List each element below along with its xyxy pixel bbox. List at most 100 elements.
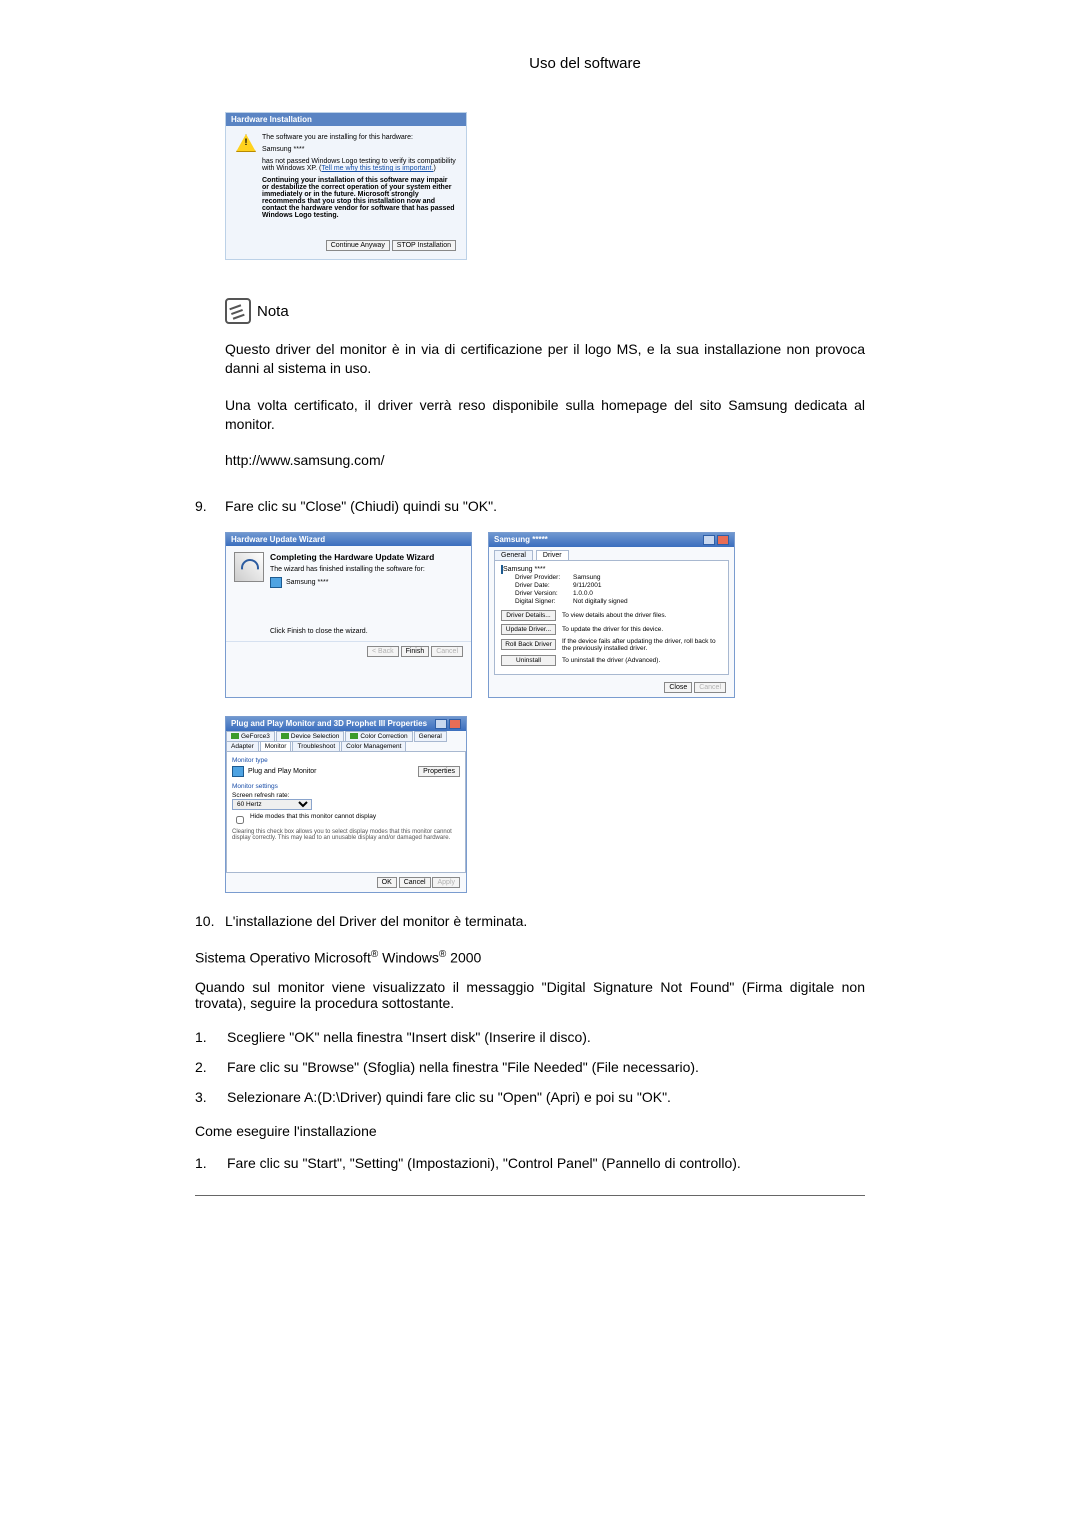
prophet-cancel-button[interactable]: Cancel bbox=[399, 877, 431, 888]
step-text: Fare clic su "Close" (Chiudi) quindi su … bbox=[225, 498, 865, 514]
signature-paragraph: Quando sul monitor viene visualizzato il… bbox=[195, 979, 865, 1011]
prophet-ok-button[interactable]: OK bbox=[377, 877, 397, 888]
step-number: 2. bbox=[195, 1059, 227, 1075]
step-10: 10. L'installazione del Driver del monit… bbox=[195, 913, 865, 929]
uninstall-desc: To uninstall the driver (Advanced). bbox=[562, 657, 722, 664]
dialog-titlebar: Hardware Installation bbox=[226, 113, 466, 126]
os-heading: Sistema Operativo Microsoft® Windows® 20… bbox=[195, 949, 865, 966]
prophet-apply-button: Apply bbox=[432, 877, 460, 888]
hw-device: Samsung **** bbox=[262, 146, 456, 153]
hw-warning-text: Continuing your installation of this sof… bbox=[262, 177, 456, 219]
prophet-title: Plug and Play Monitor and 3D Prophet III… bbox=[231, 719, 427, 728]
step-number: 3. bbox=[195, 1089, 227, 1105]
wizard-title: Hardware Update Wizard bbox=[231, 535, 325, 544]
uninstall-button[interactable]: Uninstall bbox=[501, 655, 556, 666]
help-icon[interactable] bbox=[435, 719, 447, 729]
driver-title: Samsung ***** bbox=[494, 535, 548, 544]
step-number: 1. bbox=[195, 1029, 227, 1045]
sig-step-3: 3.Selezionare A:(D:\Driver) quindi fare … bbox=[195, 1089, 865, 1105]
monitor-type-label: Monitor type bbox=[232, 757, 460, 764]
tab-driver[interactable]: Driver bbox=[536, 550, 569, 560]
rollback-desc: If the device fails after updating the d… bbox=[562, 638, 722, 652]
rollback-driver-button[interactable]: Roll Back Driver bbox=[501, 639, 556, 650]
date-label: Driver Date: bbox=[515, 582, 573, 589]
wizard-back-button: < Back bbox=[367, 646, 399, 657]
step-text: Fare clic su "Start", "Setting" (Imposta… bbox=[227, 1155, 741, 1171]
update-driver-button[interactable]: Update Driver... bbox=[501, 624, 556, 635]
wizard-finish-button[interactable]: Finish bbox=[401, 646, 430, 657]
os-text-a: Sistema Operativo Microsoft bbox=[195, 949, 371, 965]
step-text: Selezionare A:(D:\Driver) quindi fare cl… bbox=[227, 1089, 671, 1105]
wizard-device: Samsung **** bbox=[286, 579, 328, 586]
monitor-properties-button[interactable]: Properties bbox=[418, 766, 460, 777]
hide-modes-label: Hide modes that this monitor cannot disp… bbox=[250, 813, 376, 827]
step-number: 10. bbox=[195, 913, 225, 929]
note-row: Nota bbox=[225, 298, 865, 324]
step-text: Fare clic su "Browse" (Sfoglia) nella fi… bbox=[227, 1059, 699, 1075]
hide-modes-checkbox[interactable] bbox=[236, 816, 244, 824]
driver-details-button[interactable]: Driver Details... bbox=[501, 610, 556, 621]
monitor-icon bbox=[270, 577, 282, 588]
page-header: Uso del software bbox=[195, 55, 975, 72]
wizard-icon bbox=[234, 552, 264, 582]
update-desc: To update the driver for this device. bbox=[562, 626, 722, 633]
help-icon[interactable] bbox=[703, 535, 715, 545]
monitor-icon bbox=[232, 766, 244, 777]
logo-testing-link[interactable]: Tell me why this testing is important. bbox=[321, 165, 433, 172]
driver-device: Samsung **** bbox=[503, 566, 545, 573]
close-icon[interactable] bbox=[717, 535, 729, 545]
signer-label: Digital Signer: bbox=[515, 598, 573, 605]
wizard-heading: Completing the Hardware Update Wizard bbox=[270, 552, 463, 562]
note-icon bbox=[225, 298, 251, 324]
warning-icon bbox=[236, 134, 256, 152]
hide-modes-note: Clearing this check box allows you to se… bbox=[232, 829, 460, 841]
screenshot-row: Hardware Update Wizard Completing the Ha… bbox=[225, 532, 865, 698]
note-paragraph-2: Una volta certificato, il driver verrà r… bbox=[225, 396, 865, 434]
note-label: Nota bbox=[257, 303, 289, 320]
hw-line2b: ) bbox=[433, 165, 435, 172]
refresh-rate-select[interactable]: 60 Hertz bbox=[232, 799, 312, 810]
step-text: Scegliere "OK" nella finestra "Insert di… bbox=[227, 1029, 591, 1045]
stop-installation-button[interactable]: STOP Installation bbox=[392, 240, 456, 251]
tab-general2[interactable]: General bbox=[414, 731, 447, 742]
os-text-b: Windows bbox=[378, 949, 439, 965]
step-text: L'installazione del Driver del monitor è… bbox=[225, 913, 865, 929]
step-9: 9. Fare clic su "Close" (Chiudi) quindi … bbox=[195, 498, 865, 514]
continue-anyway-button[interactable]: Continue Anyway bbox=[326, 240, 390, 251]
content-area: Hardware Installation The software you a… bbox=[195, 112, 865, 1196]
footer-divider bbox=[195, 1195, 865, 1196]
close-icon[interactable] bbox=[449, 719, 461, 729]
samsung-url: http://www.samsung.com/ bbox=[225, 452, 865, 468]
tab-general[interactable]: General bbox=[494, 550, 533, 560]
wizard-subtext: The wizard has finished installing the s… bbox=[270, 566, 463, 573]
version-label: Driver Version: bbox=[515, 590, 573, 597]
driver-close-button[interactable]: Close bbox=[664, 682, 692, 693]
step-number: 1. bbox=[195, 1155, 227, 1171]
monitor-type-name: Plug and Play Monitor bbox=[248, 768, 316, 775]
sig-step-2: 2.Fare clic su "Browse" (Sfoglia) nella … bbox=[195, 1059, 865, 1075]
wizard-cancel-button: Cancel bbox=[431, 646, 463, 657]
provider-label: Driver Provider: bbox=[515, 574, 573, 581]
step-number: 9. bbox=[195, 498, 225, 514]
howto-step-1: 1.Fare clic su "Start", "Setting" (Impos… bbox=[195, 1155, 865, 1171]
driver-properties-dialog: Samsung ***** General Driver Samsung ***… bbox=[488, 532, 735, 698]
hardware-update-wizard-dialog: Hardware Update Wizard Completing the Ha… bbox=[225, 532, 472, 698]
howto-heading: Come eseguire l'installazione bbox=[195, 1123, 865, 1139]
dialog-message: The software you are installing for this… bbox=[262, 134, 456, 224]
date-value: 9/11/2001 bbox=[573, 582, 601, 589]
hardware-installation-dialog: Hardware Installation The software you a… bbox=[225, 112, 467, 260]
hw-line2: has not passed Windows Logo testing to v… bbox=[262, 158, 456, 172]
hw-line1: The software you are installing for this… bbox=[262, 134, 456, 141]
note-paragraph-1: Questo driver del monitor è in via di ce… bbox=[225, 340, 865, 378]
details-desc: To view details about the driver files. bbox=[562, 612, 722, 619]
provider-value: Samsung bbox=[573, 574, 600, 581]
sig-step-1: 1.Scegliere "OK" nella finestra "Insert … bbox=[195, 1029, 865, 1045]
driver-cancel-button: Cancel bbox=[694, 682, 726, 693]
prophet-properties-dialog: Plug and Play Monitor and 3D Prophet III… bbox=[225, 716, 467, 893]
version-value: 1.0.0.0 bbox=[573, 590, 593, 597]
document-page: Uso del software Hardware Installation T… bbox=[0, 0, 1080, 1527]
os-text-c: 2000 bbox=[446, 949, 481, 965]
refresh-rate-label: Screen refresh rate: bbox=[232, 792, 460, 799]
wizard-hint: Click Finish to close the wizard. bbox=[270, 628, 463, 635]
signer-value: Not digitally signed bbox=[573, 598, 628, 605]
